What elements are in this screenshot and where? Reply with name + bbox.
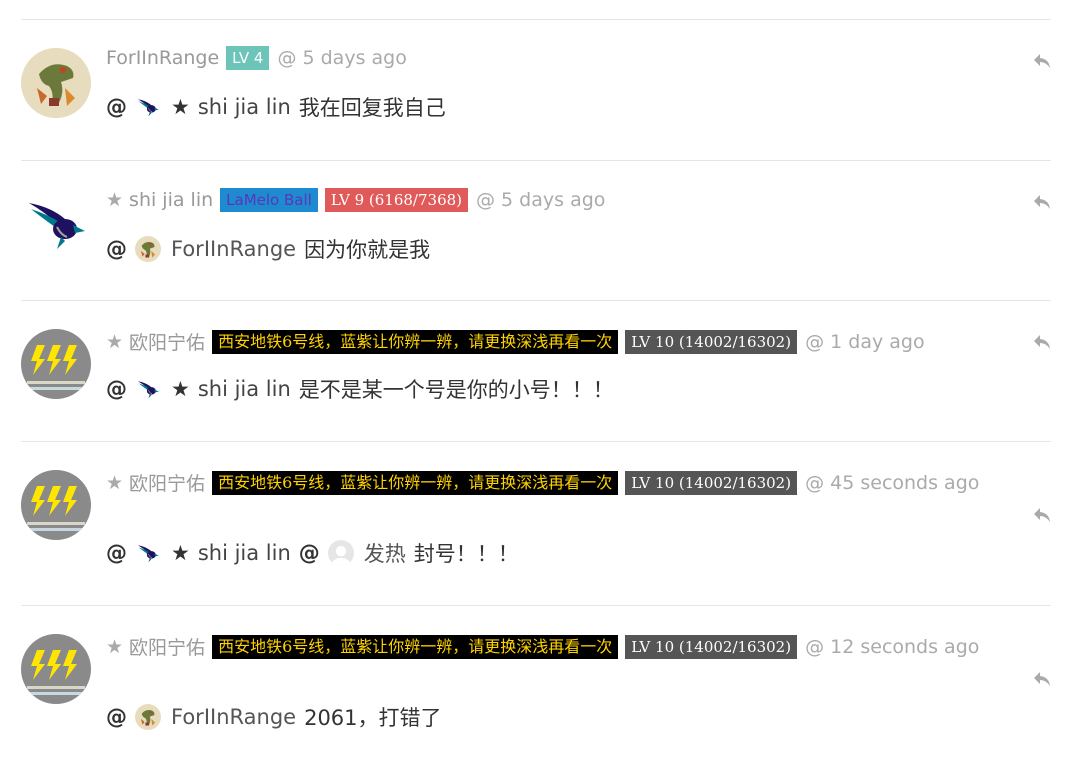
at-symbol: @ <box>106 95 127 119</box>
star-icon: ★ <box>171 377 190 401</box>
mention-link[interactable]: shi jia lin <box>198 541 291 565</box>
comment-body: @ ForIInRange 2061，打错了 <box>106 702 442 732</box>
level-badge: LV 10 (14002/16302) <box>625 329 798 354</box>
timestamp: @ 5 days ago <box>277 47 407 69</box>
avatar[interactable] <box>21 634 91 704</box>
level-badge: LV 10 (14002/16302) <box>625 634 798 659</box>
title-badge: 西安地铁6号线，蓝紫让你辨一辨，请更换深浅再看一次 <box>212 329 619 354</box>
star-icon: ★ <box>171 95 190 119</box>
title-badge: LaMelo Ball <box>220 188 318 212</box>
username[interactable]: ForIInRange <box>106 47 219 69</box>
mention-link[interactable]: shi jia lin <box>198 377 291 401</box>
username[interactable]: shi jia lin <box>129 189 213 211</box>
avatar[interactable] <box>21 48 91 118</box>
title-badge: 西安地铁6号线，蓝紫让你辨一辨，请更换深浅再看一次 <box>212 470 619 495</box>
level-badge: LV 10 (14002/16302) <box>625 470 798 495</box>
mention-link[interactable]: ForIInRange <box>171 237 296 261</box>
comment-body: @ ★ shi jia lin 是不是某一个号是你的小号！！！ <box>106 374 614 404</box>
comment-text: 我在回复我自己 <box>298 96 446 120</box>
star-icon: ★ <box>106 189 124 211</box>
reply-icon[interactable] <box>1033 671 1051 687</box>
at-symbol: @ <box>106 705 127 729</box>
mention-avatar <box>328 540 354 566</box>
comment-item: ★ 欧阳宁佑 西安地铁6号线，蓝紫让你辨一辨，请更换深浅再看一次 LV 10 (… <box>21 441 1051 605</box>
reply-icon[interactable] <box>1033 334 1051 350</box>
comment-meta: ★ 欧阳宁佑 西安地铁6号线，蓝紫让你辨一辨，请更换深浅再看一次 LV 10 (… <box>106 469 979 496</box>
comment-text: 是不是某一个号是你的小号！！！ <box>298 378 614 402</box>
comment-item: ForIInRange LV 4 @ 5 days ago @ ★ shi ji… <box>21 19 1051 160</box>
timestamp: @ 12 seconds ago <box>805 635 980 658</box>
star-icon: ★ <box>171 541 190 565</box>
level-badge: LV 4 <box>226 46 270 70</box>
username[interactable]: 欧阳宁佑 <box>129 633 205 660</box>
comment-body: @ ★ shi jia lin 我在回复我自己 <box>106 92 446 122</box>
comment-body: @ ★ shi jia lin @ 发热 封号！！！ <box>106 538 519 568</box>
comment-body: @ ForIInRange 因为你就是我 <box>106 234 430 264</box>
mention-avatar <box>135 704 161 730</box>
comment-text: 因为你就是我 <box>304 238 431 262</box>
comment-text: 2061，打错了 <box>304 706 442 730</box>
username[interactable]: 欧阳宁佑 <box>129 469 205 496</box>
star-icon: ★ <box>106 330 124 353</box>
mention-avatar <box>135 540 161 566</box>
mention-link[interactable]: ForIInRange <box>171 705 296 729</box>
reply-icon[interactable] <box>1033 507 1051 523</box>
reply-icon[interactable] <box>1033 194 1051 210</box>
timestamp: @ 1 day ago <box>805 330 925 353</box>
comment-item: ★ shi jia lin LaMelo Ball LV 9 (6168/736… <box>21 160 1051 301</box>
reply-icon[interactable] <box>1033 53 1051 69</box>
mention-avatar <box>135 236 161 262</box>
at-symbol: @ <box>106 377 127 401</box>
level-badge: LV 9 (6168/7368) <box>324 188 469 212</box>
timestamp: @ 45 seconds ago <box>805 471 980 494</box>
comment-item: ★ 欧阳宁佑 西安地铁6号线，蓝紫让你辨一辨，请更换深浅再看一次 LV 10 (… <box>21 605 1051 762</box>
comment-meta: ★ shi jia lin LaMelo Ball LV 9 (6168/736… <box>106 188 605 212</box>
avatar[interactable] <box>21 329 91 399</box>
mention-avatar <box>135 94 161 120</box>
star-icon: ★ <box>106 471 124 494</box>
avatar[interactable] <box>21 470 91 540</box>
at-symbol: @ <box>106 237 127 261</box>
comment-meta: ForIInRange LV 4 @ 5 days ago <box>106 46 407 70</box>
at-symbol: @ <box>298 541 320 565</box>
mention-link[interactable]: 发热 <box>364 538 406 568</box>
title-badge: 西安地铁6号线，蓝紫让你辨一辨，请更换深浅再看一次 <box>212 634 619 659</box>
at-symbol: @ <box>106 541 127 565</box>
comment-text: 封号！！！ <box>413 542 519 566</box>
mention-avatar <box>135 376 161 402</box>
mention-link[interactable]: shi jia lin <box>198 95 291 119</box>
star-icon: ★ <box>106 635 124 658</box>
timestamp: @ 5 days ago <box>476 189 606 211</box>
comment-meta: ★ 欧阳宁佑 西安地铁6号线，蓝紫让你辨一辨，请更换深浅再看一次 LV 10 (… <box>106 633 979 660</box>
comment-meta: ★ 欧阳宁佑 西安地铁6号线，蓝紫让你辨一辨，请更换深浅再看一次 LV 10 (… <box>106 328 925 355</box>
comment-item: ★ 欧阳宁佑 西安地铁6号线，蓝紫让你辨一辨，请更换深浅再看一次 LV 10 (… <box>21 300 1051 441</box>
username[interactable]: 欧阳宁佑 <box>129 328 205 355</box>
avatar[interactable] <box>21 189 91 259</box>
